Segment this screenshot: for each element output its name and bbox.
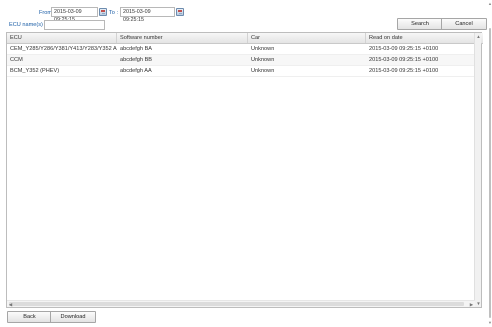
search-button[interactable]: Search <box>397 18 443 30</box>
column-header-ecu[interactable]: ECU <box>7 33 117 43</box>
ecu-cell: CCM <box>10 57 23 63</box>
software-number-cell: abcdefgh BA <box>120 46 153 52</box>
software-number-cell: abcdefgh BB <box>120 57 153 63</box>
table-row[interactable]: CEM_Y285/Y286/Y381/Y413/Y283/Y352 Alle u… <box>7 44 475 55</box>
read-on-date-cell: 2015-03-09 09:25:15 +0100 <box>369 46 439 52</box>
arrow-up-icon[interactable]: ▲ <box>487 1 492 6</box>
cancel-button[interactable]: Cancel <box>441 18 487 30</box>
arrow-down-icon[interactable]: ▼ <box>475 300 482 307</box>
table-row[interactable]: CCM abcdefgh BB Unknown 2015-03-09 09:25… <box>7 55 475 66</box>
ecu-cell: BCM_Y352 (PHEV) <box>10 68 60 74</box>
column-header-car[interactable]: Car <box>248 33 366 43</box>
scrollbar-thumb[interactable] <box>488 28 491 318</box>
scrollbar-thumb[interactable] <box>9 302 464 306</box>
to-label: To : <box>109 10 119 16</box>
arrow-up-icon[interactable]: ▲ <box>475 33 482 40</box>
to-date-field[interactable]: 2015-03-09 09:25:15 <box>120 7 175 23</box>
ecu-cell: CEM_Y285/Y286/Y381/Y413/Y283/Y352 Alle u… <box>10 46 117 52</box>
car-cell: Unknown <box>251 68 275 74</box>
read-on-date-cell: 2015-03-09 09:25:15 +0100 <box>369 57 439 63</box>
grid-horizontal-scrollbar[interactable]: ◀ ▶ <box>7 300 475 307</box>
from-date-field[interactable]: 2015-03-09 09:25:15 <box>51 7 98 23</box>
car-cell: Unknown <box>251 46 275 52</box>
grid-header: ECU Software number Car Read on date <box>7 33 483 44</box>
grid-vertical-scrollbar[interactable]: ▲ ▼ <box>474 33 481 307</box>
ecu-name-field[interactable] <box>44 20 105 30</box>
arrow-right-icon[interactable]: ▶ <box>468 301 475 308</box>
calendar-icon[interactable] <box>176 8 184 16</box>
download-button[interactable]: Download <box>50 311 96 323</box>
arrow-down-icon[interactable]: ▼ <box>487 320 492 325</box>
software-number-cell: abcdefgh AA <box>120 68 152 74</box>
results-grid: ECU Software number Car Read on date CEM… <box>6 32 483 308</box>
ecu-name-label: ECU name(s) : <box>9 22 46 28</box>
column-header-software-number[interactable]: Software number <box>117 33 248 43</box>
back-button[interactable]: Back <box>7 311 52 323</box>
column-header-read-on-date[interactable]: Read on date <box>366 33 475 43</box>
table-row[interactable]: BCM_Y352 (PHEV) abcdefgh AA Unknown 2015… <box>7 66 475 77</box>
page-vertical-scrollbar[interactable]: ▲ ▼ <box>488 0 492 327</box>
arrow-left-icon[interactable]: ◀ <box>7 301 14 308</box>
read-on-date-cell: 2015-03-09 09:25:15 +0100 <box>369 68 439 74</box>
car-cell: Unknown <box>251 57 275 63</box>
calendar-icon[interactable] <box>99 8 107 16</box>
